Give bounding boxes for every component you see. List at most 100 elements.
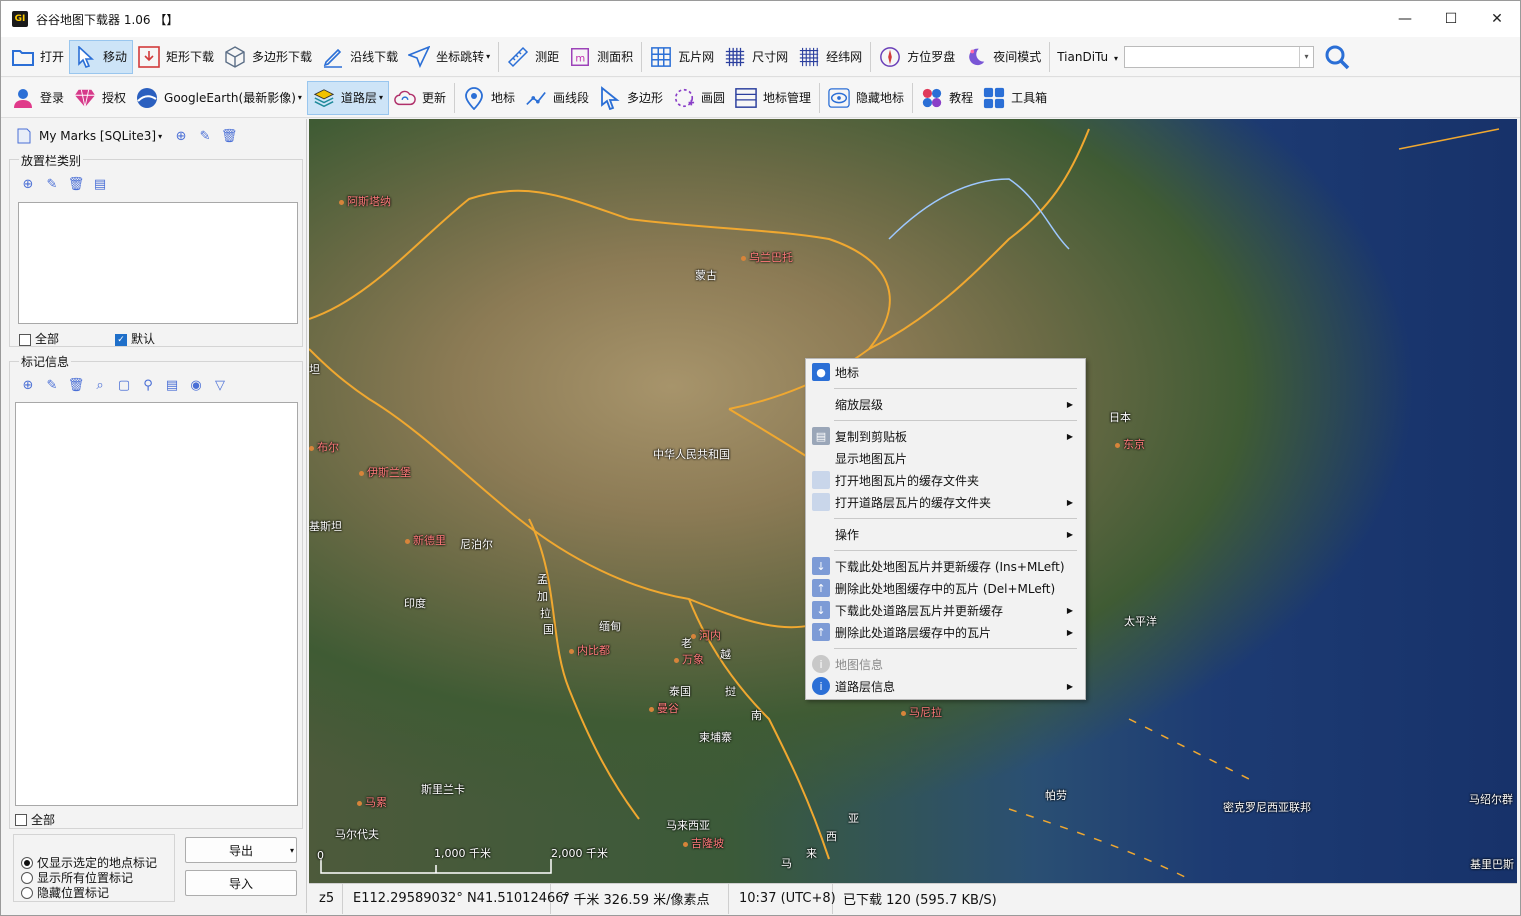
circle-icon: [673, 87, 695, 109]
document-icon: [15, 127, 33, 145]
import-button[interactable]: 导入: [185, 870, 297, 896]
menu-item-operations[interactable]: 操作 ▶: [808, 523, 1083, 545]
add-icon[interactable]: ⊕: [172, 127, 190, 145]
menu-item-delete-road-tiles[interactable]: ↑ 删除此处道路层缓存中的瓦片 ▶: [808, 621, 1083, 643]
menu-item-delete-map-tiles[interactable]: ↑ 删除此处地图缓存中的瓦片 (Del+MLeft): [808, 577, 1083, 599]
save-marker-icon[interactable]: ▤: [163, 376, 181, 394]
default-checkbox[interactable]: ✓ 默认: [115, 330, 155, 347]
polygon-download-label: 多边形下载: [252, 50, 313, 64]
search-input[interactable]: ▾: [1124, 45, 1315, 68]
measure-distance-button[interactable]: 测距: [502, 40, 564, 74]
placemark-manager-button[interactable]: 地标管理: [730, 81, 816, 115]
menu-item-show-tiles[interactable]: 显示地图瓦片: [808, 447, 1083, 469]
provider-label: TianDiTu: [1057, 49, 1109, 64]
menu-item-zoom-level[interactable]: 缩放层级 ▶: [808, 393, 1083, 415]
add-category-icon[interactable]: ⊕: [19, 175, 37, 193]
folder-icon: [812, 493, 830, 511]
marker-group-title: 标记信息: [19, 353, 72, 370]
minimize-button[interactable]: —: [1382, 1, 1428, 37]
draw-polygon-button[interactable]: 多边形: [594, 81, 668, 115]
delete-category-icon[interactable]: 🗑: [67, 175, 85, 193]
menu-item-road-info[interactable]: i 道路层信息 ▶: [808, 675, 1083, 697]
map-label-bangkok: 曼谷: [649, 700, 679, 716]
map-context-menu: ● 地标 缩放层级 ▶ ▤ 复制到剪贴板 ▶ 显示地图瓦片 打开地图瓦片的缓存文…: [805, 358, 1086, 700]
size-grid-button[interactable]: 尺寸网: [719, 40, 793, 74]
marker-list[interactable]: [15, 402, 298, 806]
category-filters: 全部 ✓ 默认: [19, 330, 155, 347]
db-selector[interactable]: My Marks [SQLite3] ▾ ⊕ ✎ 🗑: [15, 127, 244, 145]
export-button[interactable]: 导出 ▾: [185, 837, 297, 863]
download-box-icon: [138, 45, 160, 68]
latlon-grid-button[interactable]: 经纬网: [793, 40, 867, 74]
pencil-icon: [322, 46, 344, 68]
marker-all-checkbox[interactable]: 全部: [15, 811, 55, 828]
map-label-edge-1: 坦: [309, 363, 320, 376]
measure-area-button[interactable]: m 测面积: [564, 40, 638, 74]
zoom-marker-icon[interactable]: ▢: [115, 376, 133, 394]
menu-item-copy-clipboard[interactable]: ▤ 复制到剪贴板 ▶: [808, 425, 1083, 447]
placemark-button[interactable]: 地标: [458, 81, 520, 115]
add-marker-icon[interactable]: ⊕: [19, 376, 37, 394]
category-list[interactable]: [18, 202, 298, 324]
submenu-arrow-icon: ▶: [1066, 529, 1073, 539]
map-label-micronesia: 密克罗尼西亚联邦: [1223, 801, 1311, 814]
night-mode-button[interactable]: 夜间模式: [960, 40, 1046, 74]
menu-item-open-map-cache[interactable]: 打开地图瓦片的缓存文件夹: [808, 469, 1083, 491]
menu-item-download-map-tiles[interactable]: ↓ 下载此处地图瓦片并更新缓存 (Ins+MLeft): [808, 555, 1083, 577]
maximize-button[interactable]: ☐: [1428, 1, 1474, 37]
delete-icon[interactable]: 🗑: [220, 127, 238, 145]
menu-item-download-road-tiles[interactable]: ↓ 下载此处道路层瓦片并更新缓存 ▶: [808, 599, 1083, 621]
latlon-grid-label: 经纬网: [826, 50, 863, 64]
rect-download-button[interactable]: 矩形下载: [133, 40, 219, 74]
locate-marker-icon[interactable]: ⚲: [139, 376, 157, 394]
map-label-sri-lanka: 斯里兰卡: [421, 783, 465, 796]
radio-hide-all[interactable]: 隐藏位置标记: [21, 884, 109, 901]
close-button[interactable]: ✕: [1474, 1, 1520, 37]
save-category-icon[interactable]: ▤: [91, 175, 109, 193]
blank-icon: [812, 395, 830, 413]
pin-icon: ●: [812, 363, 830, 381]
move-button[interactable]: 移动: [69, 39, 134, 74]
blank-icon: [812, 525, 830, 543]
tile-grid-button[interactable]: 瓦片网: [645, 40, 719, 74]
search-dropdown-icon[interactable]: ▾: [1299, 46, 1313, 67]
toolbox-button[interactable]: 工具箱: [978, 81, 1052, 115]
tutorial-button[interactable]: 教程: [916, 81, 978, 115]
line-download-button[interactable]: 沿线下载: [317, 40, 403, 74]
draw-circle-button[interactable]: 画圆: [668, 81, 730, 115]
license-button[interactable]: 授权: [69, 81, 131, 115]
draw-line-button[interactable]: 画线段: [520, 81, 594, 115]
update-button[interactable]: 更新: [389, 81, 451, 115]
road-layer-dropdown[interactable]: 道路层 ▾: [306, 80, 389, 115]
view-marker-icon[interactable]: ◉: [187, 376, 205, 394]
menu-label: 地标: [835, 365, 860, 380]
map-label-hanoi: 河内: [691, 627, 721, 643]
menu-label: 复制到剪贴板: [835, 429, 908, 444]
scale-mid: 1,000 千米: [434, 847, 491, 860]
login-button[interactable]: 登录: [7, 81, 69, 115]
toolbar-divider: [641, 41, 643, 72]
imagery-source-dropdown[interactable]: GoogleEarth(最新影像) ▾: [131, 81, 307, 115]
db-caret-icon: ▾: [158, 131, 163, 141]
menu-item-open-road-cache[interactable]: 打开道路层瓦片的缓存文件夹 ▶: [808, 491, 1083, 513]
map-label-india: 印度: [404, 597, 426, 610]
hide-placemarks-button[interactable]: 隐藏地标: [823, 81, 909, 115]
google-earth-icon: [136, 87, 158, 109]
map-label-new-delhi: 新德里: [405, 532, 446, 548]
provider-dropdown[interactable]: TianDiTu ▾: [1057, 50, 1118, 64]
coord-jump-button[interactable]: 坐标跳转 ▾: [403, 40, 495, 74]
menu-item-placemark[interactable]: ● 地标: [808, 361, 1083, 383]
delete-marker-icon[interactable]: 🗑: [67, 376, 85, 394]
filter-icon[interactable]: ▽: [211, 376, 229, 394]
edit-icon[interactable]: ✎: [196, 127, 214, 145]
search-marker-icon[interactable]: ⌕: [91, 376, 109, 394]
tutorial-label: 教程: [949, 91, 974, 105]
export-caret-icon[interactable]: ▾: [290, 846, 294, 855]
compass-button[interactable]: 方位罗盘: [874, 40, 960, 74]
open-button[interactable]: 打开: [7, 40, 69, 74]
all-checkbox[interactable]: 全部: [19, 330, 59, 347]
edit-marker-icon[interactable]: ✎: [43, 376, 61, 394]
polygon-download-button[interactable]: 多边形下载: [219, 40, 317, 74]
search-icon[interactable]: [1324, 44, 1350, 70]
edit-category-icon[interactable]: ✎: [43, 175, 61, 193]
